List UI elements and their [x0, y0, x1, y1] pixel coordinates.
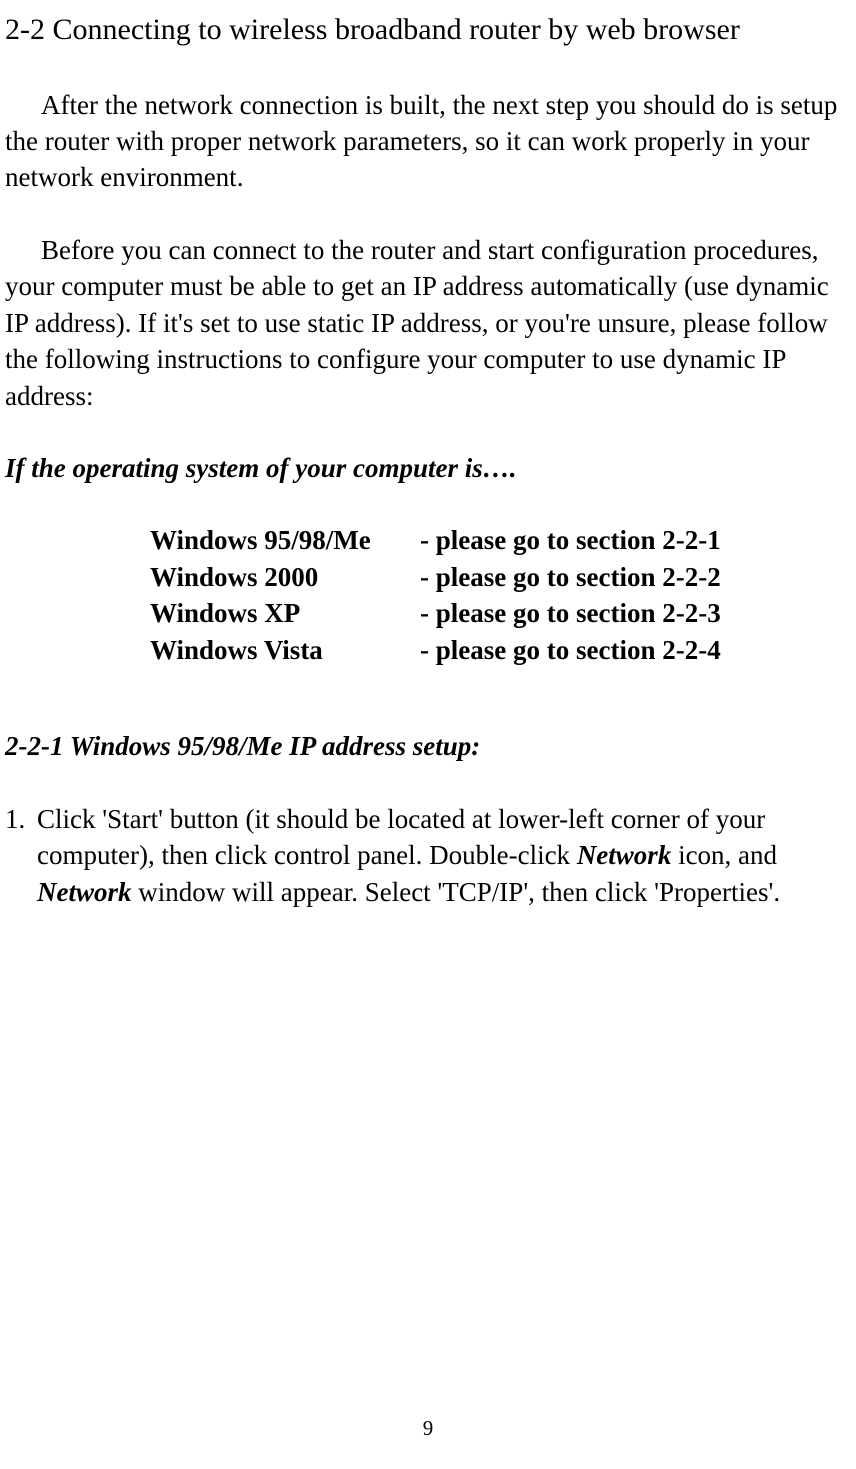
- os-row: Windows XP - please go to section 2-2-3: [150, 595, 851, 631]
- os-row: Windows Vista - please go to section 2-2…: [150, 632, 851, 668]
- os-table: Windows 95/98/Me - please go to section …: [150, 522, 851, 668]
- step-text-mid: icon, and: [671, 840, 777, 870]
- os-prompt: If the operating system of your computer…: [5, 450, 851, 486]
- os-row: Windows 95/98/Me - please go to section …: [150, 522, 851, 558]
- step-em-2: Network: [37, 877, 132, 907]
- os-section: - please go to section 2-2-1: [420, 522, 851, 558]
- step-text-post: window will appear. Select 'TCP/IP', the…: [132, 877, 781, 907]
- subsection-title: 2-2-1 Windows 95/98/Me IP address setup:: [5, 728, 851, 764]
- section-title: 2-2 Connecting to wireless broadband rou…: [5, 10, 851, 51]
- os-section: - please go to section 2-2-3: [420, 595, 851, 631]
- os-name: Windows XP: [150, 595, 420, 631]
- os-name: Windows 95/98/Me: [150, 522, 420, 558]
- paragraph-2: Before you can connect to the router and…: [5, 232, 851, 414]
- step-number: 1.: [5, 801, 37, 837]
- os-section: - please go to section 2-2-4: [420, 632, 851, 668]
- os-name: Windows Vista: [150, 632, 420, 668]
- step-em-1: Network: [577, 840, 672, 870]
- step-1: 1. Click 'Start' button (it should be lo…: [5, 801, 851, 910]
- page-number: 9: [0, 1416, 856, 1441]
- paragraph-1: After the network connection is built, t…: [5, 87, 851, 196]
- os-row: Windows 2000 - please go to section 2-2-…: [150, 559, 851, 595]
- os-section: - please go to section 2-2-2: [420, 559, 851, 595]
- os-name: Windows 2000: [150, 559, 420, 595]
- step-text: Click 'Start' button (it should be locat…: [37, 801, 851, 910]
